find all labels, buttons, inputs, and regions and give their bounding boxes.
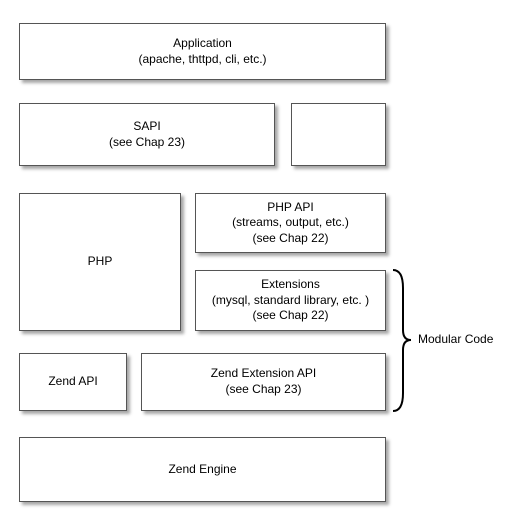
box-extensions: Extensions (mysql, standard library, etc… — [195, 270, 386, 331]
box-zend-ext-api-title: Zend Extension API — [211, 366, 316, 382]
box-zend-ext-api-subtitle: (see Chap 23) — [225, 382, 301, 398]
box-php-title: PHP — [88, 254, 113, 270]
annotation-modular-code: Modular Code — [418, 332, 493, 346]
box-php-api-sub1: (streams, output, etc.) — [232, 215, 349, 231]
box-extensions-title: Extensions — [261, 277, 320, 293]
box-extensions-sub2: (see Chap 22) — [252, 308, 328, 324]
box-application-title: Application — [173, 36, 232, 52]
box-extensions-sub1: (mysql, standard library, etc. ) — [212, 293, 369, 309]
box-zend-api: Zend API — [19, 353, 127, 411]
box-zend-api-title: Zend API — [48, 374, 97, 390]
diagram-canvas: Application (apache, thttpd, cli, etc.) … — [0, 0, 518, 529]
box-application-subtitle: (apache, thttpd, cli, etc.) — [138, 52, 266, 68]
box-sapi: SAPI (see Chap 23) — [19, 103, 275, 166]
curly-brace-icon — [391, 268, 413, 413]
box-sapi-subtitle: (see Chap 23) — [109, 135, 185, 151]
box-sapi-title: SAPI — [133, 119, 160, 135]
box-sapi-blank — [291, 103, 386, 166]
box-zend-engine: Zend Engine — [19, 437, 386, 502]
box-php-api: PHP API (streams, output, etc.) (see Cha… — [195, 193, 386, 253]
box-php-api-title: PHP API — [267, 200, 313, 216]
box-php: PHP — [19, 193, 181, 331]
box-php-api-sub2: (see Chap 22) — [252, 231, 328, 247]
box-application: Application (apache, thttpd, cli, etc.) — [19, 23, 386, 80]
box-zend-extension-api: Zend Extension API (see Chap 23) — [141, 353, 386, 411]
box-zend-engine-title: Zend Engine — [168, 462, 236, 478]
